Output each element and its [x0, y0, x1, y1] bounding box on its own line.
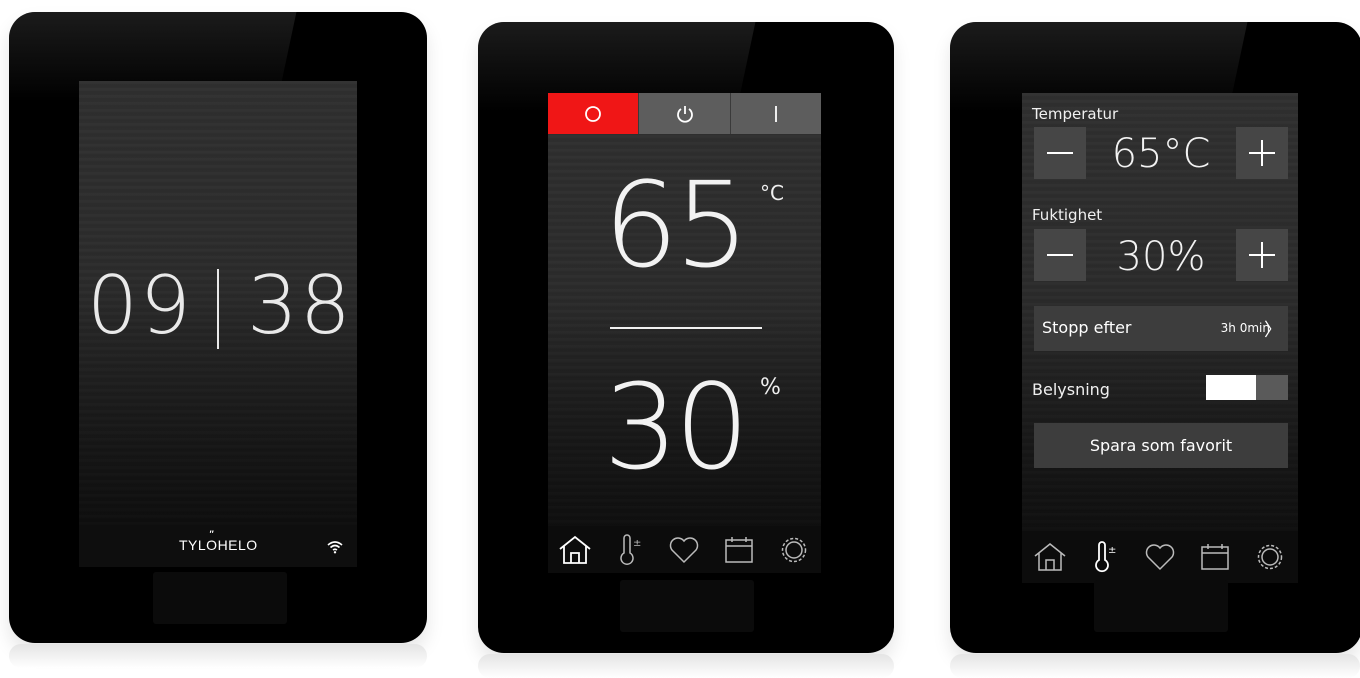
device-reflection	[950, 654, 1360, 678]
on-bar-icon	[775, 105, 777, 122]
brand-logo-marks: ″	[209, 529, 213, 539]
minus-icon	[1047, 254, 1073, 256]
wifi-icon	[327, 539, 343, 558]
heart-icon[interactable]	[666, 532, 702, 568]
brand-logo: ″ TYLOHELO	[179, 529, 258, 553]
stop-after-row[interactable]: Stopp efter 3h 0min 〉	[1034, 306, 1288, 351]
heart-icon[interactable]	[1142, 539, 1178, 575]
chevron-right-icon: 〉	[1264, 320, 1282, 341]
save-favorite-button[interactable]: Spara som favorit	[1034, 423, 1288, 468]
stop-after-label: Stopp efter	[1042, 318, 1132, 337]
clock-display: 09 38	[79, 261, 357, 351]
status-bar: ″ TYLOHELO	[79, 527, 357, 567]
humidity-label: Fuktighet	[1032, 206, 1103, 224]
mode-power-button[interactable]	[639, 93, 731, 134]
minus-icon	[1047, 152, 1073, 154]
plus-icon	[1249, 140, 1275, 166]
device-reflection	[9, 644, 427, 668]
calendar-icon[interactable]	[721, 532, 757, 568]
humidity-value: 30	[603, 358, 749, 496]
mode-on-button[interactable]	[731, 93, 821, 134]
humidity-unit: %	[760, 375, 781, 400]
humidity-value: 30%	[1116, 234, 1206, 280]
clock-hours: 09	[87, 259, 193, 352]
svg-text:±: ±	[1108, 545, 1116, 556]
temperature-label: Temperatur	[1032, 105, 1119, 123]
temperature-minus-button[interactable]	[1034, 127, 1086, 179]
clock-separator	[217, 269, 219, 349]
lighting-label: Belysning	[1032, 380, 1110, 399]
device-reflection	[478, 654, 894, 678]
temperature-plus-button[interactable]	[1236, 127, 1288, 179]
humidity-minus-button[interactable]	[1034, 229, 1086, 281]
brand-logo-text: TYLOHELO	[179, 537, 258, 553]
temperature-value: 65°C	[1111, 131, 1211, 177]
svg-text:±: ±	[633, 538, 641, 549]
standby-screen[interactable]: 09 38 ″ TYLOHELO	[79, 81, 357, 567]
divider	[610, 327, 762, 329]
bottom-nav: ±	[1022, 531, 1298, 583]
off-circle-icon	[585, 105, 601, 122]
bottom-nav: ±	[548, 526, 821, 573]
temperature-unit: °C	[760, 181, 784, 205]
settings-screen: Temperatur 65°C Fuktighet 30% Stopp efte…	[1022, 93, 1298, 583]
main-screen: 65 °C 30 % ±	[548, 93, 821, 573]
clock-minutes: 38	[247, 259, 353, 352]
stop-after-value: 3h 0min	[1220, 321, 1270, 335]
thermometer-icon[interactable]: ±	[1087, 539, 1123, 575]
settings-icon[interactable]	[1252, 539, 1288, 575]
device-sensor	[1094, 580, 1228, 632]
mode-off-button[interactable]	[548, 93, 639, 134]
calendar-icon[interactable]	[1197, 539, 1233, 575]
lighting-toggle[interactable]	[1206, 375, 1288, 400]
home-icon[interactable]	[557, 532, 593, 568]
settings-icon[interactable]	[776, 532, 812, 568]
home-icon[interactable]	[1032, 539, 1068, 575]
thermometer-icon[interactable]: ±	[612, 532, 648, 568]
power-icon	[676, 105, 693, 123]
lighting-toggle-knob	[1206, 375, 1256, 400]
device-sensor	[620, 580, 754, 632]
device-sensor	[153, 572, 287, 624]
plus-icon	[1249, 242, 1275, 268]
temperature-value: 65	[603, 156, 749, 294]
mode-bar	[548, 93, 821, 134]
humidity-plus-button[interactable]	[1236, 229, 1288, 281]
